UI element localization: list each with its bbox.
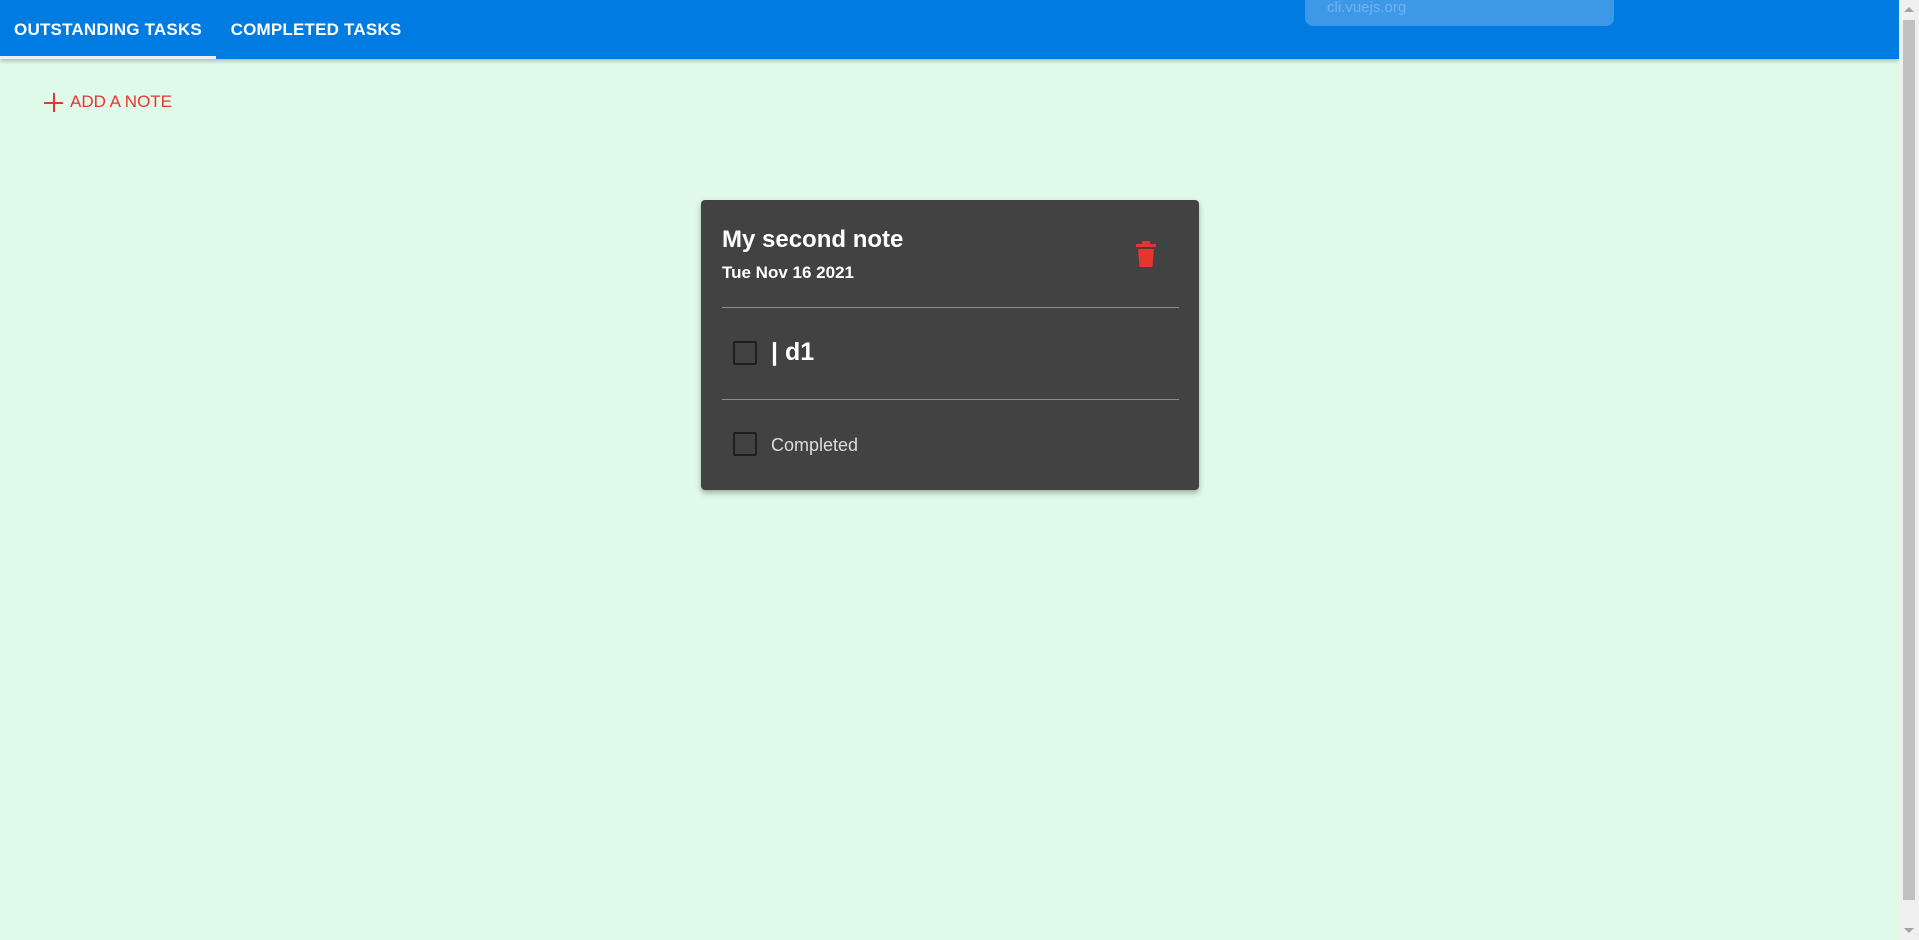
delete-note-button[interactable] [1135,241,1157,267]
tab-outstanding-tasks-label: OUTSTANDING TASKS [14,19,202,39]
divider [722,307,1179,308]
completed-checkbox[interactable] [733,432,757,456]
trash-icon [1136,241,1156,267]
tab-outstanding-tasks[interactable]: OUTSTANDING TASKS [0,0,216,59]
task-text: | d1 [771,338,815,366]
active-tab-indicator [0,56,216,59]
note-card: My second note Tue Nov 16 2021 | d1 Comp… [701,200,1199,490]
vertical-scrollbar[interactable] [1899,0,1919,940]
scroll-down-arrow-icon[interactable] [1904,928,1914,933]
divider [722,399,1179,400]
add-note-label: ADD A NOTE [70,92,173,111]
tab-completed-tasks-label: COMPLETED TASKS [230,19,402,39]
app-bar: OUTSTANDING TASKS COMPLETED TASKS cli.vu… [0,0,1899,59]
plus-icon [44,92,63,112]
scroll-up-arrow-icon[interactable] [1904,7,1914,12]
hint-text: cli.vuejs.org [1327,0,1407,16]
tab-completed-tasks[interactable]: COMPLETED TASKS [216,0,416,59]
app-viewport: OUTSTANDING TASKS COMPLETED TASKS cli.vu… [0,0,1899,940]
hint-overlay: cli.vuejs.org [1305,0,1614,26]
note-title: My second note [722,226,904,253]
note-date: Tue Nov 16 2021 [722,263,854,282]
completed-label: Completed [771,435,859,455]
add-note-button[interactable]: ADD A NOTE [44,89,172,115]
scrollbar-thumb[interactable] [1903,20,1915,900]
task-checkbox[interactable] [733,341,757,365]
